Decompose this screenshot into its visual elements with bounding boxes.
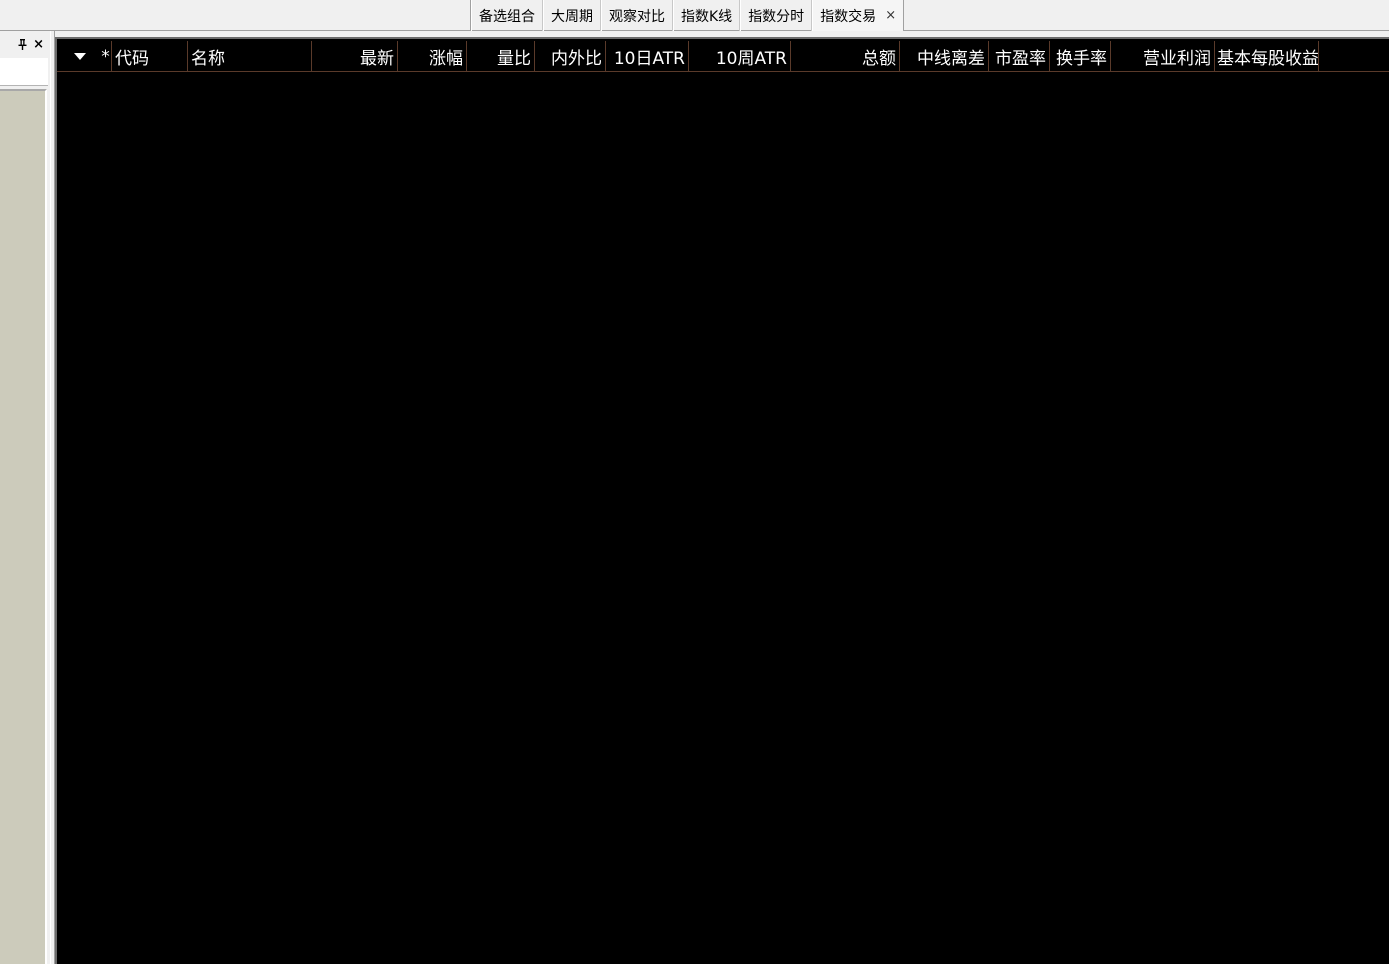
column-header-last-price[interactable]: 最新 bbox=[312, 41, 398, 72]
column-menu-button[interactable] bbox=[57, 41, 100, 72]
tab-label: 指数交易 bbox=[820, 8, 877, 25]
column-header-volume-ratio[interactable]: 量比 bbox=[467, 41, 535, 72]
tab-index-kline[interactable]: 指数K线 bbox=[673, 0, 741, 31]
tab-index-trading[interactable]: 指数交易 × bbox=[812, 0, 905, 31]
column-header-label: 内外比 bbox=[551, 49, 602, 69]
column-header-operating-profit[interactable]: 营业利润 bbox=[1111, 41, 1215, 72]
column-header-star[interactable]: * bbox=[100, 41, 112, 72]
column-header-label: 名称 bbox=[191, 49, 225, 69]
column-header-label: 换手率 bbox=[1056, 49, 1107, 69]
close-icon[interactable]: × bbox=[885, 8, 896, 23]
tab-strip: 备选组合 大周期 观察对比 指数K线 指数分时 指数交易 × bbox=[470, 0, 905, 31]
column-header-label: 量比 bbox=[497, 49, 531, 69]
tab-index-intraday[interactable]: 指数分时 bbox=[740, 0, 813, 31]
grid-body[interactable] bbox=[57, 72, 1389, 964]
tab-label: 备选组合 bbox=[479, 8, 535, 25]
column-header-midline-deviation[interactable]: 中线离差 bbox=[900, 41, 989, 72]
column-header-10w-atr[interactable]: 10周ATR bbox=[689, 41, 791, 72]
column-header-label: * bbox=[101, 46, 110, 67]
tab-bar: 备选组合 大周期 观察对比 指数K线 指数分时 指数交易 × bbox=[0, 0, 1389, 31]
column-header-turnover-rate[interactable]: 换手率 bbox=[1050, 41, 1111, 72]
column-header-code[interactable]: 代码 bbox=[112, 41, 188, 72]
panel-header-strip bbox=[0, 58, 48, 86]
column-header-label: 营业利润 bbox=[1143, 49, 1211, 69]
grid-header: * 代码 名称 最新 涨幅 量比 内外比 10日ATR 10周ATR 总额 中线 bbox=[57, 41, 1389, 72]
tab-label: 大周期 bbox=[551, 8, 593, 25]
column-header-basic-eps[interactable]: 基本每股收益 bbox=[1215, 41, 1319, 72]
column-header-name[interactable]: 名称 bbox=[188, 41, 312, 72]
tab-compare[interactable]: 观察对比 bbox=[601, 0, 673, 31]
column-header-label: 总额 bbox=[862, 49, 896, 69]
column-header-change-pct[interactable]: 涨幅 bbox=[398, 41, 467, 72]
column-header-in-out-ratio[interactable]: 内外比 bbox=[535, 41, 606, 72]
tab-label: 指数K线 bbox=[681, 8, 733, 25]
panel-close-icon[interactable]: × bbox=[33, 38, 44, 51]
column-header-turnover-amount[interactable]: 总额 bbox=[791, 41, 900, 72]
column-header-label: 涨幅 bbox=[429, 49, 463, 69]
pin-icon-graphic bbox=[18, 38, 27, 50]
column-header-label: 10日ATR bbox=[613, 49, 685, 69]
panel-controls: × bbox=[0, 34, 50, 56]
column-header-label: 市盈率 bbox=[995, 49, 1046, 69]
left-dock-panel: × bbox=[0, 31, 50, 964]
pin-icon[interactable] bbox=[18, 38, 27, 52]
chevron-down-icon bbox=[73, 53, 86, 60]
column-header-label: 最新 bbox=[360, 49, 394, 69]
tab-label: 指数分时 bbox=[748, 8, 805, 25]
column-header-10d-atr[interactable]: 10日ATR bbox=[606, 41, 689, 72]
column-header-label: 基本每股收益 bbox=[1217, 49, 1319, 69]
column-header-label: 10周ATR bbox=[715, 49, 787, 69]
quote-grid: * 代码 名称 最新 涨幅 量比 内外比 10日ATR 10周ATR 总额 中线 bbox=[55, 37, 1389, 964]
tab-label: 观察对比 bbox=[609, 8, 665, 25]
column-header-label: 代码 bbox=[115, 49, 149, 69]
panel-body bbox=[0, 89, 47, 964]
tab-major-cycle[interactable]: 大周期 bbox=[543, 0, 601, 31]
column-header-label: 中线离差 bbox=[917, 49, 985, 69]
column-header-pe-ratio[interactable]: 市盈率 bbox=[989, 41, 1050, 72]
tab-watchlist[interactable]: 备选组合 bbox=[471, 0, 543, 31]
